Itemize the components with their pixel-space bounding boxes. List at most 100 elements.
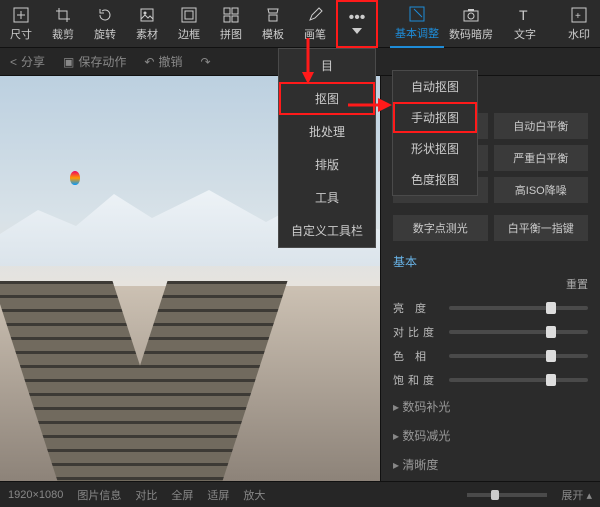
size-icon <box>12 6 30 24</box>
more-tool[interactable]: ••• <box>336 0 378 48</box>
slider-label: 亮 度 <box>393 300 441 316</box>
dropdown-item-batch[interactable]: 批处理 <box>279 115 375 148</box>
slider-thumb[interactable] <box>546 374 556 386</box>
cutout-submenu: 自动抠图 手动抠图 形状抠图 色度抠图 <box>392 70 478 196</box>
text-icon: T <box>516 6 534 24</box>
material-icon <box>138 6 156 24</box>
submenu-shape-cutout[interactable]: 形状抠图 <box>393 133 477 164</box>
preset-severe-wb[interactable]: 严重白平衡 <box>494 145 589 171</box>
svg-text:T: T <box>519 7 528 23</box>
status-compare[interactable]: 对比 <box>135 487 157 503</box>
submenu-chroma-cutout[interactable]: 色度抠图 <box>393 164 477 195</box>
darkroom-label: 数码暗房 <box>449 26 493 42</box>
watermark-label: 水印 <box>568 26 590 42</box>
status-fit[interactable]: 适屏 <box>207 487 229 503</box>
save-action-label: 保存动作 <box>78 53 126 70</box>
accordion-fill-light[interactable]: 数码补光 <box>381 392 600 421</box>
save-action-button[interactable]: ▣ 保存动作 <box>63 53 126 70</box>
slider-track[interactable] <box>449 330 588 334</box>
preset-spot-meter[interactable]: 数字点测光 <box>393 215 488 241</box>
share-label: 分享 <box>21 53 45 70</box>
preset-grid-2: 数字点测光 白平衡一指键 <box>381 209 600 247</box>
slider-contrast: 对比度 <box>381 320 600 344</box>
share-button[interactable]: < 分享 <box>10 53 45 70</box>
status-expand[interactable]: 展开 ▴ <box>561 487 592 503</box>
section-basic[interactable]: 基本 <box>381 247 600 276</box>
share-icon: < <box>10 55 17 69</box>
rotate-label: 旋转 <box>94 26 116 42</box>
crop-label: 裁剪 <box>52 26 74 42</box>
more-dots-icon: ••• <box>349 14 366 22</box>
size-label: 尺寸 <box>10 26 32 42</box>
undo-icon: ↶ <box>144 55 154 69</box>
slider-thumb[interactable] <box>546 326 556 338</box>
undo-button[interactable]: ↶ 撤销 <box>144 53 182 70</box>
text-tab[interactable]: T 文字 <box>498 0 552 48</box>
undo-label: 撤销 <box>158 53 182 70</box>
submenu-auto-cutout[interactable]: 自动抠图 <box>393 71 477 102</box>
border-icon <box>180 6 198 24</box>
adjust-icon <box>408 5 426 23</box>
watermark-tab[interactable]: + 水印 <box>552 0 600 48</box>
basic-adjust-label: 基本调整 <box>395 25 439 41</box>
status-info[interactable]: 图片信息 <box>77 487 121 503</box>
digital-darkroom-tab[interactable]: 数码暗房 <box>444 0 498 48</box>
template-tool[interactable]: 模板 <box>252 0 294 48</box>
submenu-manual-cutout[interactable]: 手动抠图 <box>393 102 477 133</box>
preset-high-iso[interactable]: 高ISO降噪 <box>494 177 589 203</box>
slider-track[interactable] <box>449 306 588 310</box>
dropdown-item-custom[interactable]: 自定义工具栏 <box>279 214 375 247</box>
reset-button[interactable]: 重置 <box>381 276 600 296</box>
slider-thumb[interactable] <box>546 302 556 314</box>
accordion-clarity[interactable]: 清晰度 <box>381 450 600 479</box>
slider-brightness: 亮 度 <box>381 296 600 320</box>
border-tool[interactable]: 边框 <box>168 0 210 48</box>
rotate-tool[interactable]: 旋转 <box>84 0 126 48</box>
rotate-icon <box>96 6 114 24</box>
crop-icon <box>54 6 72 24</box>
dropdown-item-layout[interactable]: 排版 <box>279 148 375 181</box>
status-dim: 1920×1080 <box>8 489 63 501</box>
crop-tool[interactable]: 裁剪 <box>42 0 84 48</box>
border-label: 边框 <box>178 26 200 42</box>
collage-icon <box>222 6 240 24</box>
basic-adjust-tab[interactable]: 基本调整 <box>390 0 444 48</box>
collage-label: 拼图 <box>220 26 242 42</box>
collage-tool[interactable]: 拼图 <box>210 0 252 48</box>
template-icon <box>264 6 282 24</box>
tool-group-right: 基本调整 数码暗房 T 文字 + 水印 <box>390 0 600 48</box>
slider-label: 色 相 <box>393 348 441 364</box>
dropdown-item-tools[interactable]: 工具 <box>279 181 375 214</box>
slider-hue: 色 相 <box>381 344 600 368</box>
accordion-levels[interactable]: 色阶 <box>381 479 600 481</box>
redo-button[interactable]: ↷ <box>200 55 210 69</box>
slider-track[interactable] <box>449 378 588 382</box>
watermark-icon: + <box>570 6 588 24</box>
material-label: 素材 <box>136 26 158 42</box>
annotation-arrow-1 <box>300 36 330 91</box>
slider-track[interactable] <box>449 354 588 358</box>
status-bar: 1920×1080 图片信息 对比 全屏 适屏 放大 展开 ▴ <box>0 481 600 507</box>
disk-icon: ▣ <box>63 55 74 69</box>
size-tool[interactable]: 尺寸 <box>0 0 42 48</box>
text-label: 文字 <box>514 26 536 42</box>
preset-auto-wb[interactable]: 自动白平衡 <box>494 113 589 139</box>
slider-label: 对比度 <box>393 324 441 340</box>
svg-text:+: + <box>575 11 581 22</box>
zoom-thumb[interactable] <box>491 490 499 500</box>
redo-icon: ↷ <box>200 55 210 69</box>
balloon-graphic <box>70 171 80 185</box>
camera-icon <box>462 6 480 24</box>
slider-thumb[interactable] <box>546 350 556 362</box>
template-label: 模板 <box>262 26 284 42</box>
annotation-arrow-2 <box>346 93 396 117</box>
slider-saturation: 饱和度 <box>381 368 600 392</box>
triangle-down-icon <box>352 28 362 34</box>
status-enlarge[interactable]: 放大 <box>243 487 265 503</box>
brush-icon <box>306 6 324 24</box>
preset-wb-onekey[interactable]: 白平衡一指键 <box>494 215 589 241</box>
material-tool[interactable]: 素材 <box>126 0 168 48</box>
zoom-slider[interactable] <box>467 493 547 497</box>
accordion-reduce-light[interactable]: 数码减光 <box>381 421 600 450</box>
status-fullscreen[interactable]: 全屏 <box>171 487 193 503</box>
